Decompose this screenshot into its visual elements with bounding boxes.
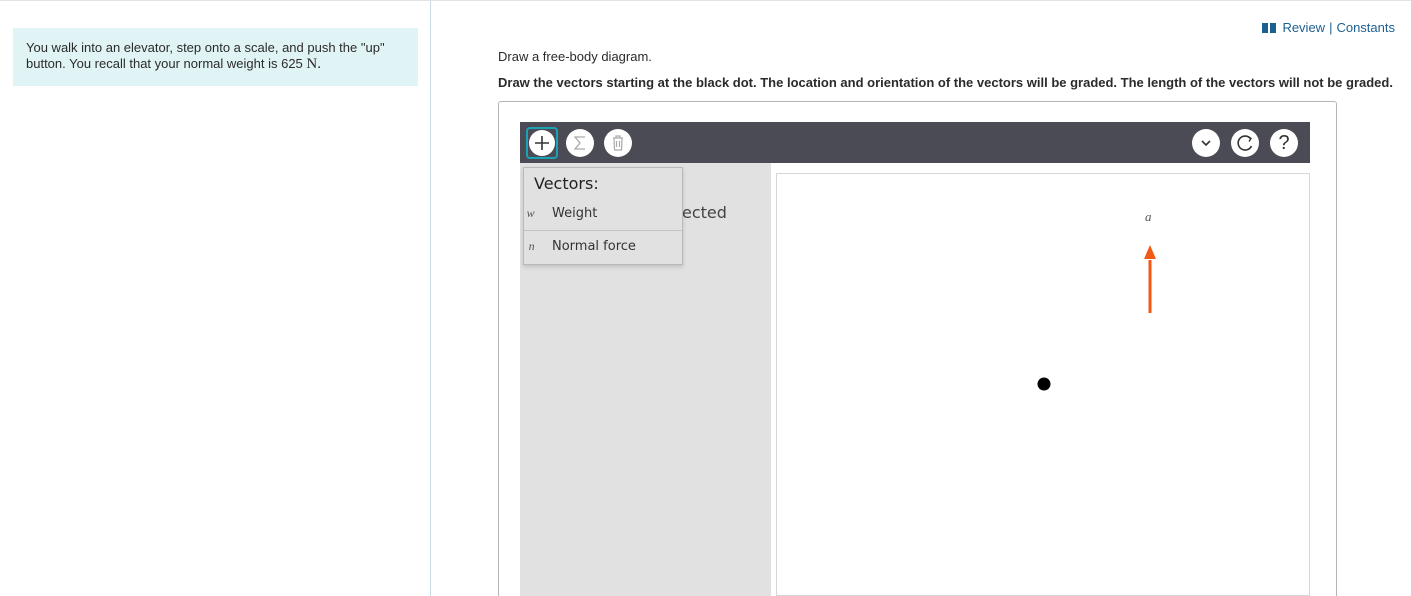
acceleration-label: a⃗: [1145, 209, 1162, 224]
drawing-toolbar: ?: [520, 122, 1310, 163]
sum-vectors-button[interactable]: [566, 129, 594, 157]
header-links: Review | Constants: [1262, 20, 1395, 35]
normal-force-symbol: n⃗: [528, 238, 544, 253]
vector-type-menu: Vectors: w⃗ Weight n⃗ Normal force: [523, 167, 683, 265]
problem-unit: N.: [306, 56, 322, 72]
plus-icon: [529, 130, 555, 156]
weight-symbol: w⃗: [526, 205, 544, 220]
link-separator: |: [1329, 20, 1333, 35]
instruction-text: Draw a free-body diagram.: [498, 49, 652, 64]
page: You walk into an elevator, step onto a s…: [0, 0, 1411, 596]
constants-link[interactable]: Constants: [1336, 20, 1395, 35]
chevron-down-icon: [1201, 140, 1211, 147]
delete-button[interactable]: [604, 129, 632, 157]
problem-pane: You walk into an elevator, step onto a s…: [0, 1, 431, 596]
side-panel-text: ected: [682, 203, 727, 222]
problem-statement: You walk into an elevator, step onto a s…: [13, 28, 418, 86]
problem-text: You walk into an elevator, step onto a s…: [26, 40, 385, 71]
menu-title: Vectors:: [534, 174, 599, 193]
trash-icon: [613, 135, 623, 151]
menu-item-label: Weight: [552, 205, 598, 221]
sigma-icon: [573, 136, 585, 150]
drawing-canvas[interactable]: [776, 173, 1310, 596]
menu-item-label: Normal force: [552, 238, 636, 254]
options-dropdown-button[interactable]: [1192, 129, 1220, 157]
review-link[interactable]: Review: [1282, 20, 1325, 35]
menu-item-weight[interactable]: w⃗ Weight: [524, 198, 682, 228]
reset-icon: [1237, 135, 1253, 151]
help-button[interactable]: ?: [1270, 129, 1298, 157]
grading-instruction: Draw the vectors starting at the black d…: [498, 75, 1393, 90]
book-icon: [1262, 22, 1277, 33]
origin-dot[interactable]: [1037, 377, 1051, 391]
acceleration-vector-head: [1144, 245, 1156, 259]
canvas-svg: [1037, 245, 1156, 391]
add-vector-button[interactable]: [526, 127, 558, 159]
reset-button[interactable]: [1231, 129, 1259, 157]
menu-item-normal-force[interactable]: n⃗ Normal force: [524, 231, 682, 261]
